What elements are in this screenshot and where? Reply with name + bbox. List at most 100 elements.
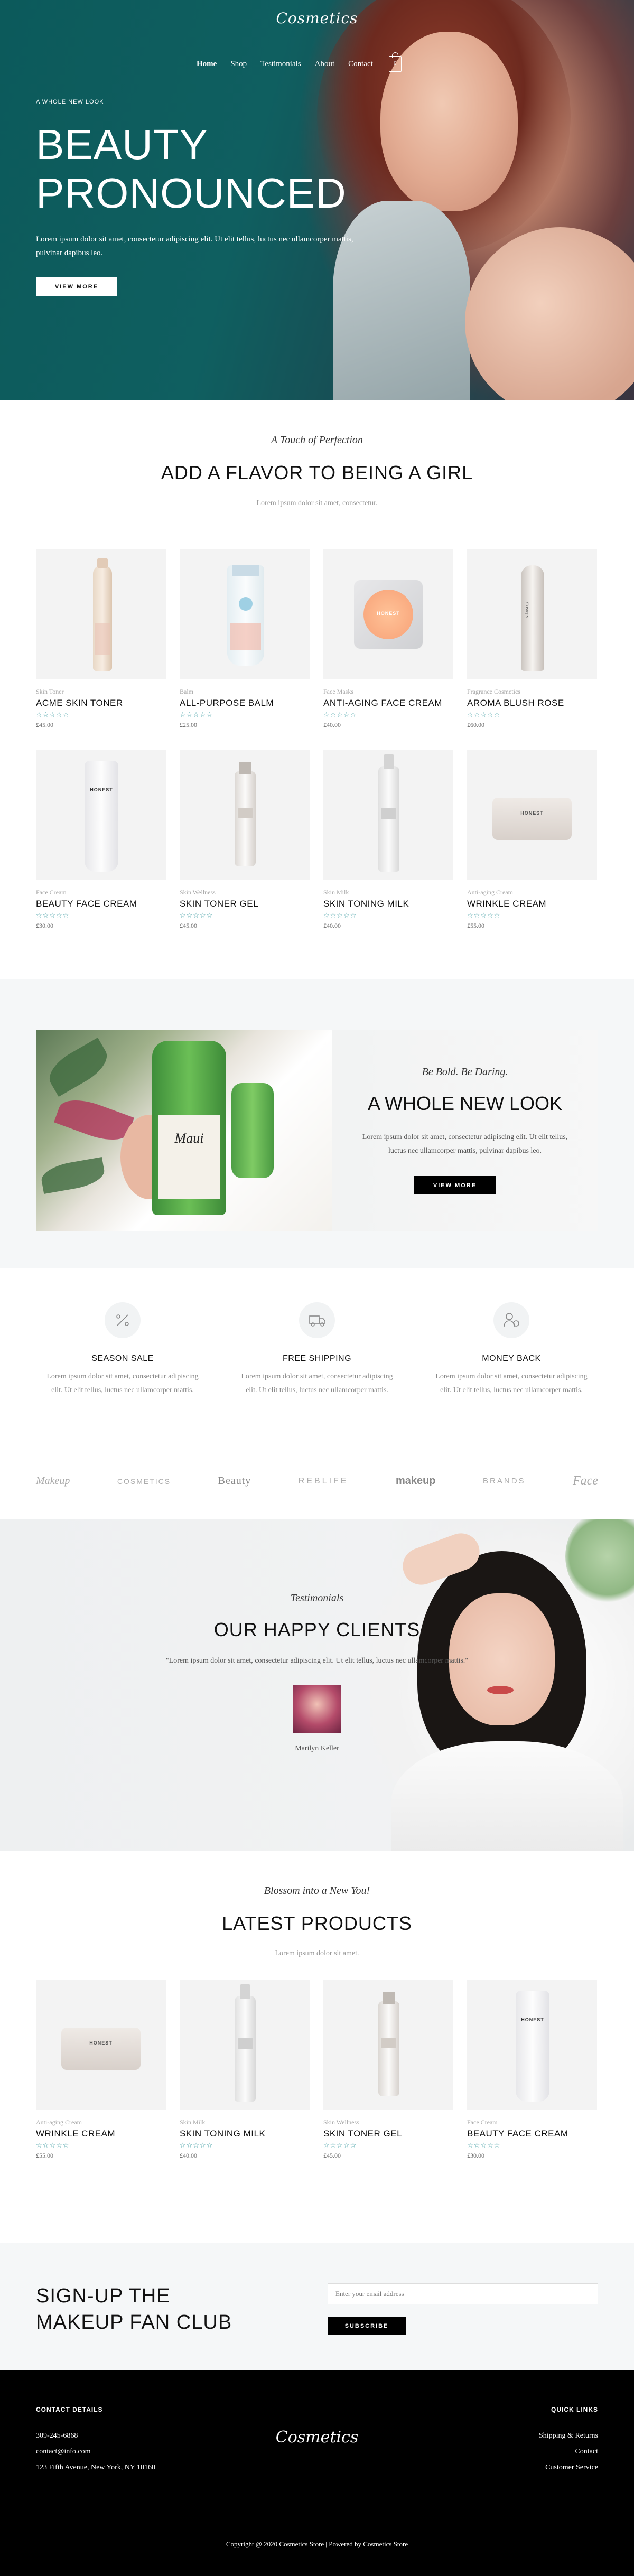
product-spray <box>378 754 399 872</box>
jar-label: HONEST <box>520 810 544 816</box>
product-card[interactable]: Skin Milk SKIN TONING MILK ☆☆☆☆☆ £40.00 <box>180 1980 310 2181</box>
product-image[interactable] <box>323 750 453 880</box>
email-input[interactable] <box>328 2283 598 2304</box>
product-name[interactable]: SKIN TONING MILK <box>180 2129 310 2139</box>
product-image[interactable]: HONEST <box>36 1980 166 2110</box>
product-rating-stars: ☆☆☆☆☆ <box>180 711 213 718</box>
feature-title: SEASON SALE <box>91 1354 154 1363</box>
product-card[interactable]: HONEST Face Masks ANTI-AGING FACE CREAM … <box>323 549 453 750</box>
site-footer: CONTACT DETAILS 309-245-6868 contact@inf… <box>0 2370 634 2576</box>
product-category[interactable]: Anti-aging Cream <box>36 2118 166 2126</box>
hero-model-sleeve <box>333 201 470 400</box>
site-logo[interactable]: Cosmetics <box>276 10 358 27</box>
nav-contact[interactable]: Contact <box>348 60 373 69</box>
product-tube <box>227 565 264 666</box>
latest-script: Blossom into a New You! <box>264 1885 370 1897</box>
product-image[interactable]: HONEST <box>467 750 597 880</box>
jar-label: HONEST <box>377 611 400 616</box>
product-card[interactable]: Skin Wellness SKIN TONER GEL ☆☆☆☆☆ £45.0… <box>323 1980 453 2181</box>
feature-season-sale: SEASON SALE Lorem ipsum dolor sit amet, … <box>43 1302 202 1397</box>
footer-links-heading: QUICK LINKS <box>551 2406 598 2413</box>
testimonial-author: Marilyn Keller <box>295 1744 339 1752</box>
hero-title-line1: BEAUTY <box>36 121 209 168</box>
product-category[interactable]: Face Cream <box>467 2118 597 2126</box>
product-category[interactable]: Skin Milk <box>180 2118 310 2126</box>
feature-text: Lorem ipsum dolor sit amet, consectetur … <box>241 1373 393 1394</box>
subscribe-button[interactable]: SUBSCRIBE <box>328 2317 406 2335</box>
product-name[interactable]: BEAUTY FACE CREAM <box>467 2129 597 2139</box>
brand-logo: makeup <box>395 1475 436 1487</box>
product-name[interactable]: WRINKLE CREAM <box>467 899 597 909</box>
nav-home[interactable]: Home <box>197 60 217 69</box>
nav-shop[interactable]: Shop <box>230 60 247 69</box>
tube-sticker <box>230 623 261 650</box>
product-category[interactable]: Anti-aging Cream <box>467 889 597 897</box>
footer-link-contact[interactable]: Contact <box>539 2444 598 2460</box>
product-category[interactable]: Face Cream <box>36 889 166 897</box>
nav-testimonials[interactable]: Testimonials <box>260 60 301 69</box>
product-card[interactable]: HONEST Face Cream BEAUTY FACE CREAM ☆☆☆☆… <box>36 750 166 951</box>
product-image[interactable] <box>36 549 166 679</box>
product-image[interactable]: HONEST <box>467 1980 597 2110</box>
product-name[interactable]: ALL-PURPOSE BALM <box>180 698 310 708</box>
product-image[interactable] <box>323 1980 453 2110</box>
product-name[interactable]: SKIN TONER GEL <box>323 2129 453 2139</box>
product-name[interactable]: BEAUTY FACE CREAM <box>36 899 166 909</box>
promo-view-more-button[interactable]: VIEW MORE <box>414 1176 496 1194</box>
product-name[interactable]: AROMA BLUSH ROSE <box>467 698 597 708</box>
product-image[interactable] <box>180 1980 310 2110</box>
product-category[interactable]: Face Masks <box>323 688 453 696</box>
hero-section: Cosmetics Home Shop Testimonials About C… <box>0 0 634 400</box>
product-bottle <box>93 558 112 671</box>
product-rating-stars: ☆☆☆☆☆ <box>323 711 357 718</box>
product-category[interactable]: Skin Milk <box>323 889 453 897</box>
product-name[interactable]: SKIN TONER GEL <box>180 899 310 909</box>
footer-link-customer-service[interactable]: Customer Service <box>539 2460 598 2476</box>
product-category[interactable]: Balm <box>180 688 310 696</box>
footer-email[interactable]: contact@info.com <box>36 2444 155 2460</box>
product-image[interactable] <box>180 549 310 679</box>
footer-logo[interactable]: Cosmetics <box>276 2428 358 2447</box>
newsletter-title-line1: SIGN-UP THE <box>36 2285 171 2307</box>
product-name[interactable]: SKIN TONING MILK <box>323 899 453 909</box>
product-name[interactable]: ANTI-AGING FACE CREAM <box>323 698 453 708</box>
product-card[interactable]: Skin Milk SKIN TONING MILK ☆☆☆☆☆ £40.00 <box>323 750 453 951</box>
brand-logo: COSMETICS <box>117 1477 171 1486</box>
tube-dot <box>239 597 253 611</box>
product-name[interactable]: ACME SKIN TONER <box>36 698 166 708</box>
product-pump <box>235 762 256 866</box>
product-card[interactable]: HONEST Anti-aging Cream WRINKLE CREAM ☆☆… <box>36 1980 166 2181</box>
product-card[interactable]: Balm ALL-PURPOSE BALM ☆☆☆☆☆ £25.00 <box>180 549 310 750</box>
product-image[interactable] <box>180 750 310 880</box>
brand-logo: Makeup <box>36 1475 70 1487</box>
product-card[interactable]: Skin Wellness SKIN TONER GEL ☆☆☆☆☆ £45.0… <box>180 750 310 951</box>
product-image[interactable]: HONEST <box>36 750 166 880</box>
product-image[interactable]: Cosrepy <box>467 549 597 679</box>
product-price: £55.00 <box>467 922 484 929</box>
product-name[interactable]: WRINKLE CREAM <box>36 2129 166 2139</box>
cart-icon[interactable]: 0 <box>388 52 402 72</box>
feature-free-shipping: FREE SHIPPING Lorem ipsum dolor sit amet… <box>238 1302 396 1397</box>
product-card[interactable]: Cosrepy Fragrance Cosmetics AROMA BLUSH … <box>467 549 597 750</box>
shampoo-bottle-small <box>231 1083 274 1178</box>
product-category[interactable]: Skin Wellness <box>180 889 310 897</box>
product-image[interactable]: HONEST <box>323 549 453 679</box>
hero-view-more-button[interactable]: VIEW MORE <box>36 277 117 296</box>
product-category[interactable]: Fragrance Cosmetics <box>467 688 597 696</box>
product-card[interactable]: Skin Toner ACME SKIN TONER ☆☆☆☆☆ £45.00 <box>36 549 166 750</box>
product-jar: HONEST <box>492 798 572 840</box>
product-category[interactable]: Skin Toner <box>36 688 166 696</box>
bottle-cap <box>97 558 108 568</box>
feature-text: Lorem ipsum dolor sit amet, consectetur … <box>46 1373 199 1394</box>
feature-title: MONEY BACK <box>482 1354 541 1363</box>
brand-logos: Makeup COSMETICS Beauty REBLIFE makeup B… <box>36 1474 598 1488</box>
product-price: £40.00 <box>323 721 341 729</box>
product-card[interactable]: HONEST Face Cream BEAUTY FACE CREAM ☆☆☆☆… <box>467 1980 597 2181</box>
footer-link-shipping[interactable]: Shipping & Returns <box>539 2428 598 2444</box>
nav-about[interactable]: About <box>315 60 335 69</box>
promo-script: Be Bold. Be Daring. <box>422 1066 508 1078</box>
product-price: £30.00 <box>467 2152 484 2159</box>
footer-quick-links: Shipping & Returns Contact Customer Serv… <box>539 2428 598 2476</box>
product-category[interactable]: Skin Wellness <box>323 2118 453 2126</box>
product-card[interactable]: HONEST Anti-aging Cream WRINKLE CREAM ☆☆… <box>467 750 597 951</box>
